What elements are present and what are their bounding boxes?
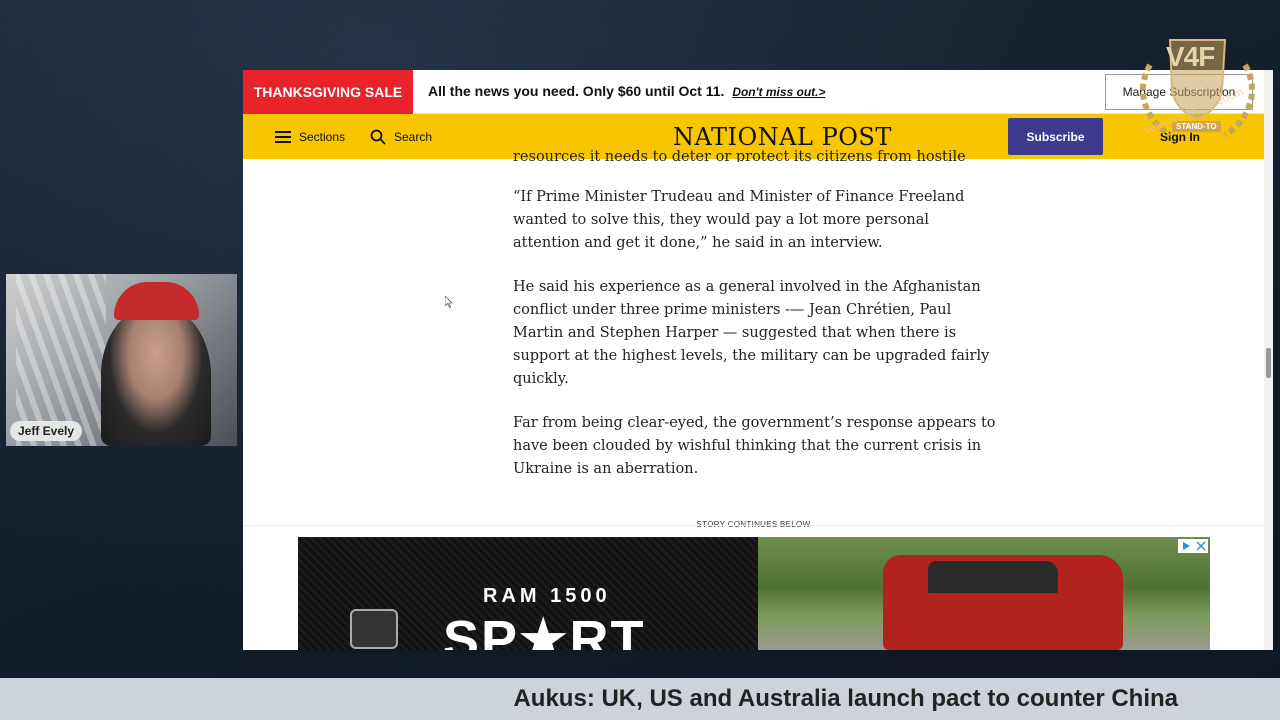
article-paragraph: “If Prime Minister Trudeau and Minister … — [513, 189, 965, 251]
search-button[interactable]: Search — [370, 114, 432, 159]
ticker-headline: Aukus: UK, US and Australia launch pact … — [513, 685, 1178, 712]
subscribe-button[interactable]: Subscribe — [1008, 118, 1103, 155]
webcam-cap — [114, 282, 199, 320]
page-scrollbar[interactable] — [1264, 70, 1273, 650]
webcam-person — [101, 304, 211, 446]
presenter-name-tag: Jeff Evely — [10, 421, 83, 441]
search-icon — [370, 129, 386, 145]
story-divider — [243, 525, 1264, 526]
news-ticker: Aukus: UK, US and Australia launch pact … — [0, 678, 1280, 720]
promo-bar: THANKSGIVING SALE All the news you need.… — [243, 70, 1273, 114]
browser-window: THANKSGIVING SALE All the news you need.… — [243, 70, 1273, 650]
sections-label: Sections — [299, 129, 346, 144]
article-paragraph: He said his experience as a general invo… — [513, 279, 990, 387]
close-icon[interactable] — [1195, 541, 1206, 551]
ad-headline: SP★RT — [443, 610, 646, 650]
article-paragraph: Far from being clear-eyed, the governmen… — [513, 415, 996, 477]
adchoices-icon[interactable] — [1181, 541, 1191, 551]
ram-logo-icon — [350, 609, 398, 649]
search-label: Search — [394, 129, 433, 144]
scrollbar-thumb[interactable] — [1266, 348, 1271, 378]
promo-tag[interactable]: THANKSGIVING SALE — [243, 70, 413, 114]
ad-truck-window — [928, 561, 1058, 593]
hamburger-icon — [275, 130, 291, 143]
promo-link[interactable]: Don't miss out.> — [732, 85, 825, 99]
sections-menu[interactable]: Sections — [275, 114, 345, 159]
article-paragraph: resources it needs to deter or protect i… — [513, 149, 966, 162]
mouse-cursor-icon — [445, 296, 453, 308]
ad-title: RAM 1500 — [483, 585, 611, 607]
promo-text: All the news you need. Only $60 until Oc… — [428, 83, 826, 99]
v4f-logo-text: V4F — [1166, 41, 1215, 72]
ad-banner[interactable]: RAM 1500 SP★RT — [298, 537, 1210, 650]
ad-controls — [1178, 539, 1208, 553]
promo-message: All the news you need. Only $60 until Oc… — [428, 83, 725, 99]
article-body: resources it needs to deter or protect i… — [513, 149, 998, 503]
